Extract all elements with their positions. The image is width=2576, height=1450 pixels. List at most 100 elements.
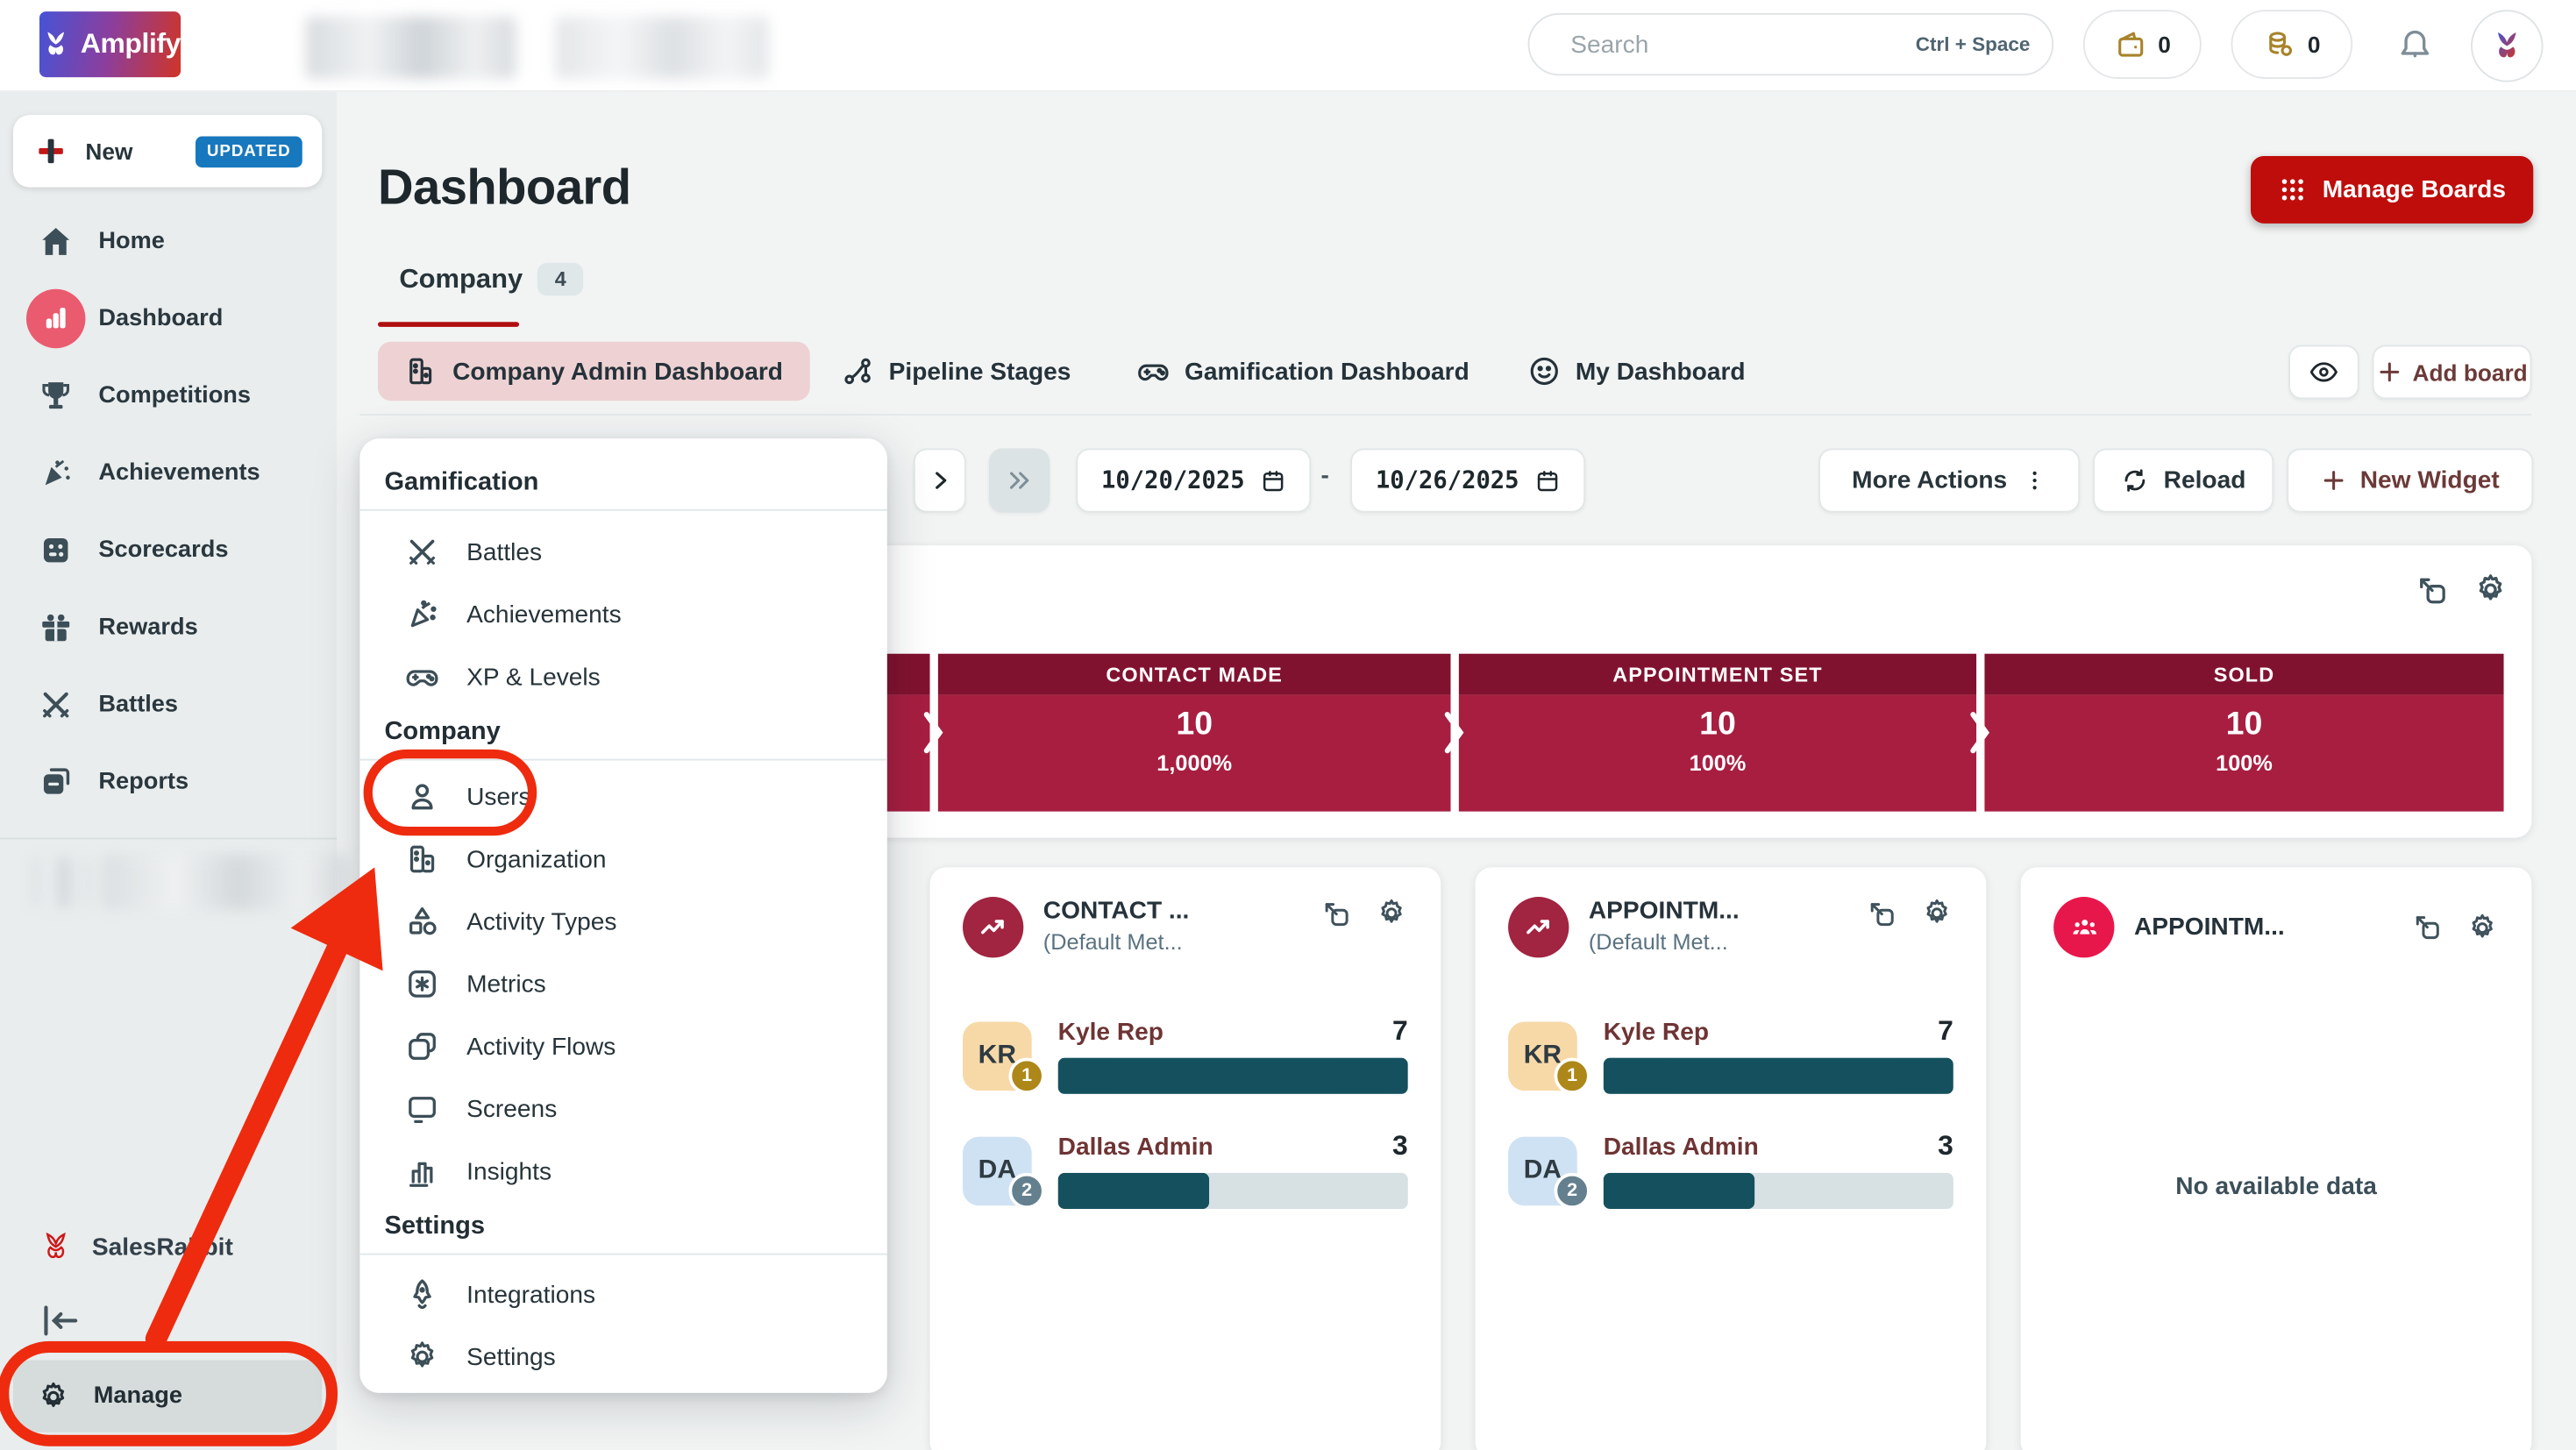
funnel-widget-actions (2415, 572, 2508, 608)
no-data-message: No available data (2021, 1173, 2532, 1201)
gems-balance-pill[interactable]: 0 (2231, 10, 2353, 79)
funnel-stage-value: 10 (1176, 707, 1213, 744)
gear-icon[interactable] (2473, 572, 2508, 608)
gear-icon (36, 1379, 70, 1413)
menu-item-metrics[interactable]: Metrics (359, 953, 886, 1015)
menu-item-organization[interactable]: Organization (359, 828, 886, 890)
subtab-company-admin-dashboard[interactable]: Company Admin Dashboard (378, 342, 810, 401)
sidebar-item-rewards[interactable]: Rewards (0, 590, 337, 665)
menu-item-screens[interactable]: Screens (359, 1077, 886, 1140)
new-button[interactable]: New UPDATED (13, 115, 322, 187)
manage-button[interactable]: Manage (13, 1360, 322, 1432)
smiley-icon (1528, 355, 1561, 387)
menu-item-xp-levels[interactable]: XP & Levels (359, 645, 886, 707)
menu-item-settings[interactable]: Settings (359, 1326, 886, 1388)
section-divider (359, 414, 2531, 416)
menu-item-label: Achievements (466, 601, 622, 629)
leaderboard-row[interactable]: KR 1 Kyle Rep 7 (963, 1019, 1408, 1111)
date-next-button[interactable] (914, 449, 966, 513)
expand-icon[interactable] (1867, 898, 1898, 929)
rank-badge: 2 (1008, 1173, 1044, 1209)
add-board-button[interactable]: Add board (2373, 345, 2532, 399)
gear-icon[interactable] (1920, 897, 1953, 929)
menu-divider (359, 1254, 886, 1255)
menu-item-activity-types[interactable]: Activity Types (359, 891, 886, 953)
tab-company[interactable]: Company 4 (399, 263, 583, 295)
grid-dots-icon (2278, 175, 2306, 203)
search-input[interactable] (1568, 29, 1901, 60)
subtab-my-dashboard[interactable]: My Dashboard (1528, 342, 1746, 401)
progress-track (1058, 1173, 1408, 1209)
subtab-label: Company Admin Dashboard (452, 358, 783, 386)
page-title: Dashboard (378, 161, 631, 217)
updated-badge: UPDATED (196, 136, 302, 167)
wallet-balance-pill[interactable]: 0 (2083, 10, 2202, 79)
menu-item-activity-flows[interactable]: Activity Flows (359, 1015, 886, 1077)
manage-boards-button[interactable]: Manage Boards (2251, 156, 2533, 224)
salesrabbit-brand[interactable]: SalesRabbit (0, 1214, 337, 1280)
menu-item-achievements[interactable]: Achievements (359, 583, 886, 645)
user-avatar[interactable] (2471, 10, 2543, 82)
search-bar[interactable]: Ctrl + Space (1528, 13, 2054, 75)
gear-icon[interactable] (2466, 911, 2498, 943)
leaderboard-row[interactable]: KR 1 Kyle Rep 7 (1508, 1019, 1953, 1111)
sidebar-item-scorecards[interactable]: Scorecards (0, 513, 337, 588)
sidebar-item-label: Achievements (98, 460, 260, 487)
expand-icon[interactable] (1320, 898, 1352, 929)
subtab-label: My Dashboard (1576, 358, 1746, 386)
pipeline-icon (841, 355, 873, 387)
collapse-sidebar-button[interactable] (39, 1303, 82, 1339)
sidebar-item-achievements[interactable]: Achievements (0, 436, 337, 511)
eye-icon (2309, 357, 2340, 388)
sidebar-item-reports[interactable]: Reports (0, 744, 337, 820)
tab-company-label: Company (399, 264, 523, 295)
subtab-label: Gamification Dashboard (1185, 358, 1469, 386)
new-widget-button[interactable]: New Widget (2287, 449, 2533, 513)
insights-chart-icon (404, 1153, 440, 1189)
gamepad-icon (1137, 355, 1170, 387)
funnel-chevron-icon (923, 711, 943, 754)
more-actions-button[interactable]: More Actions (1818, 449, 2080, 513)
rank-badge: 1 (1555, 1058, 1590, 1094)
subtab-pipeline-stages[interactable]: Pipeline Stages (841, 342, 1071, 401)
menu-item-battles[interactable]: Battles (359, 521, 886, 583)
expand-icon[interactable] (2412, 912, 2444, 943)
scorecard-icon (36, 530, 75, 570)
visibility-button[interactable] (2288, 345, 2359, 399)
sidebar-item-home[interactable]: Home (0, 203, 337, 279)
redacted-sidebar-item[interactable] (102, 854, 348, 910)
sidebar-divider (0, 838, 337, 840)
rank-badge: 1 (1008, 1058, 1044, 1094)
gear-icon[interactable] (1375, 897, 1407, 929)
menu-item-insights[interactable]: Insights (359, 1140, 886, 1202)
calendar-icon (1259, 467, 1285, 494)
menu-divider (359, 509, 886, 511)
date-from-value: 10/20/2025 (1101, 467, 1245, 494)
leaderboard-row[interactable]: DA 2 Dallas Admin 3 (1508, 1134, 1953, 1226)
sidebar-item-dashboard[interactable]: Dashboard (0, 281, 337, 356)
menu-item-integrations[interactable]: Integrations (359, 1263, 886, 1326)
notifications-button[interactable] (2395, 25, 2435, 68)
row-name: Kyle Rep (1604, 1019, 1709, 1047)
date-skip-button[interactable] (989, 449, 1050, 513)
subtab-gamification-dashboard[interactable]: Gamification Dashboard (1137, 342, 1469, 401)
sidebar-item-competitions[interactable]: Competitions (0, 358, 337, 433)
menu-item-label: Organization (466, 845, 606, 873)
rabbit-logo-icon (39, 28, 72, 60)
rocket-icon (404, 1276, 440, 1312)
manage-boards-label: Manage Boards (2323, 175, 2506, 203)
user-icon (404, 778, 440, 814)
menu-item-users[interactable]: Users (359, 765, 886, 828)
row-name: Dallas Admin (1604, 1134, 1759, 1162)
expand-icon[interactable] (2415, 572, 2449, 607)
leaderboard-row[interactable]: DA 2 Dallas Admin 3 (963, 1134, 1408, 1226)
reload-button[interactable]: Reload (2093, 449, 2274, 513)
date-to-input[interactable]: 10/26/2025 (1350, 449, 1585, 513)
sidebar-item-battles[interactable]: Battles (0, 667, 337, 743)
building-icon (405, 355, 438, 387)
funnel-stage-label: SOLD (2214, 663, 2275, 686)
date-from-input[interactable]: 10/20/2025 (1076, 449, 1311, 513)
funnel-stage-label: APPOINTMENT SET (1612, 663, 1822, 686)
gamepad-icon (404, 658, 440, 694)
funnel-chevron-icon (1970, 711, 1989, 754)
